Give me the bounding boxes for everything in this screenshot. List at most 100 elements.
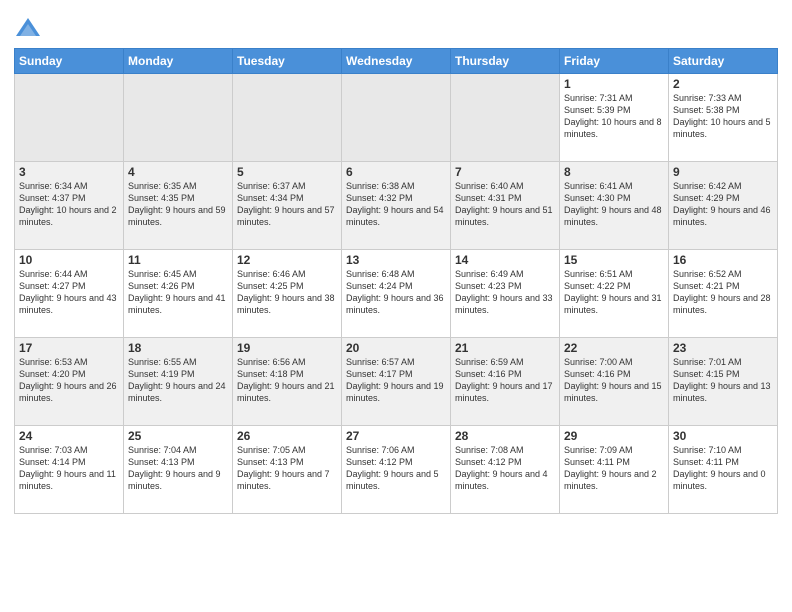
calendar-cell: 2Sunrise: 7:33 AM Sunset: 5:38 PM Daylig…: [669, 74, 778, 162]
day-number: 27: [346, 429, 446, 443]
day-number: 19: [237, 341, 337, 355]
day-info: Sunrise: 7:31 AM Sunset: 5:39 PM Dayligh…: [564, 92, 664, 141]
calendar-cell: 13Sunrise: 6:48 AM Sunset: 4:24 PM Dayli…: [342, 250, 451, 338]
calendar-cell: 21Sunrise: 6:59 AM Sunset: 4:16 PM Dayli…: [451, 338, 560, 426]
day-info: Sunrise: 7:04 AM Sunset: 4:13 PM Dayligh…: [128, 444, 228, 493]
day-info: Sunrise: 6:49 AM Sunset: 4:23 PM Dayligh…: [455, 268, 555, 317]
calendar-cell: [451, 74, 560, 162]
calendar-cell: 14Sunrise: 6:49 AM Sunset: 4:23 PM Dayli…: [451, 250, 560, 338]
day-number: 11: [128, 253, 228, 267]
calendar-cell: [15, 74, 124, 162]
day-number: 25: [128, 429, 228, 443]
calendar-cell: 8Sunrise: 6:41 AM Sunset: 4:30 PM Daylig…: [560, 162, 669, 250]
day-number: 1: [564, 77, 664, 91]
day-number: 7: [455, 165, 555, 179]
day-number: 28: [455, 429, 555, 443]
day-info: Sunrise: 6:46 AM Sunset: 4:25 PM Dayligh…: [237, 268, 337, 317]
weekday-header-wednesday: Wednesday: [342, 49, 451, 74]
day-number: 18: [128, 341, 228, 355]
calendar-cell: 1Sunrise: 7:31 AM Sunset: 5:39 PM Daylig…: [560, 74, 669, 162]
day-number: 15: [564, 253, 664, 267]
weekday-header-row: SundayMondayTuesdayWednesdayThursdayFrid…: [15, 49, 778, 74]
calendar-cell: [233, 74, 342, 162]
day-info: Sunrise: 7:33 AM Sunset: 5:38 PM Dayligh…: [673, 92, 773, 141]
day-number: 12: [237, 253, 337, 267]
day-number: 26: [237, 429, 337, 443]
day-info: Sunrise: 6:53 AM Sunset: 4:20 PM Dayligh…: [19, 356, 119, 405]
day-info: Sunrise: 6:40 AM Sunset: 4:31 PM Dayligh…: [455, 180, 555, 229]
calendar-cell: 23Sunrise: 7:01 AM Sunset: 4:15 PM Dayli…: [669, 338, 778, 426]
day-number: 24: [19, 429, 119, 443]
day-info: Sunrise: 7:03 AM Sunset: 4:14 PM Dayligh…: [19, 444, 119, 493]
day-info: Sunrise: 6:56 AM Sunset: 4:18 PM Dayligh…: [237, 356, 337, 405]
page-container: SundayMondayTuesdayWednesdayThursdayFrid…: [0, 0, 792, 612]
week-row-2: 3Sunrise: 6:34 AM Sunset: 4:37 PM Daylig…: [15, 162, 778, 250]
day-number: 2: [673, 77, 773, 91]
calendar-cell: 25Sunrise: 7:04 AM Sunset: 4:13 PM Dayli…: [124, 426, 233, 514]
calendar-cell: 9Sunrise: 6:42 AM Sunset: 4:29 PM Daylig…: [669, 162, 778, 250]
calendar-cell: 29Sunrise: 7:09 AM Sunset: 4:11 PM Dayli…: [560, 426, 669, 514]
calendar-cell: 19Sunrise: 6:56 AM Sunset: 4:18 PM Dayli…: [233, 338, 342, 426]
calendar-cell: 5Sunrise: 6:37 AM Sunset: 4:34 PM Daylig…: [233, 162, 342, 250]
header: [14, 10, 778, 42]
week-row-1: 1Sunrise: 7:31 AM Sunset: 5:39 PM Daylig…: [15, 74, 778, 162]
week-row-3: 10Sunrise: 6:44 AM Sunset: 4:27 PM Dayli…: [15, 250, 778, 338]
logo-icon: [14, 14, 42, 42]
day-number: 9: [673, 165, 773, 179]
day-number: 14: [455, 253, 555, 267]
day-info: Sunrise: 7:05 AM Sunset: 4:13 PM Dayligh…: [237, 444, 337, 493]
day-number: 5: [237, 165, 337, 179]
day-info: Sunrise: 7:09 AM Sunset: 4:11 PM Dayligh…: [564, 444, 664, 493]
day-info: Sunrise: 6:38 AM Sunset: 4:32 PM Dayligh…: [346, 180, 446, 229]
week-row-5: 24Sunrise: 7:03 AM Sunset: 4:14 PM Dayli…: [15, 426, 778, 514]
calendar-cell: 24Sunrise: 7:03 AM Sunset: 4:14 PM Dayli…: [15, 426, 124, 514]
calendar-cell: [124, 74, 233, 162]
day-info: Sunrise: 6:52 AM Sunset: 4:21 PM Dayligh…: [673, 268, 773, 317]
calendar-cell: 18Sunrise: 6:55 AM Sunset: 4:19 PM Dayli…: [124, 338, 233, 426]
calendar-cell: 22Sunrise: 7:00 AM Sunset: 4:16 PM Dayli…: [560, 338, 669, 426]
calendar-cell: 20Sunrise: 6:57 AM Sunset: 4:17 PM Dayli…: [342, 338, 451, 426]
day-number: 22: [564, 341, 664, 355]
calendar-cell: 17Sunrise: 6:53 AM Sunset: 4:20 PM Dayli…: [15, 338, 124, 426]
day-info: Sunrise: 6:59 AM Sunset: 4:16 PM Dayligh…: [455, 356, 555, 405]
calendar-cell: 16Sunrise: 6:52 AM Sunset: 4:21 PM Dayli…: [669, 250, 778, 338]
day-info: Sunrise: 7:00 AM Sunset: 4:16 PM Dayligh…: [564, 356, 664, 405]
day-info: Sunrise: 7:01 AM Sunset: 4:15 PM Dayligh…: [673, 356, 773, 405]
weekday-header-saturday: Saturday: [669, 49, 778, 74]
day-info: Sunrise: 6:37 AM Sunset: 4:34 PM Dayligh…: [237, 180, 337, 229]
day-info: Sunrise: 7:08 AM Sunset: 4:12 PM Dayligh…: [455, 444, 555, 493]
day-number: 10: [19, 253, 119, 267]
calendar-cell: 7Sunrise: 6:40 AM Sunset: 4:31 PM Daylig…: [451, 162, 560, 250]
day-info: Sunrise: 6:45 AM Sunset: 4:26 PM Dayligh…: [128, 268, 228, 317]
day-info: Sunrise: 6:48 AM Sunset: 4:24 PM Dayligh…: [346, 268, 446, 317]
calendar-cell: 3Sunrise: 6:34 AM Sunset: 4:37 PM Daylig…: [15, 162, 124, 250]
calendar-cell: 10Sunrise: 6:44 AM Sunset: 4:27 PM Dayli…: [15, 250, 124, 338]
calendar-cell: 6Sunrise: 6:38 AM Sunset: 4:32 PM Daylig…: [342, 162, 451, 250]
day-number: 23: [673, 341, 773, 355]
day-number: 29: [564, 429, 664, 443]
weekday-header-sunday: Sunday: [15, 49, 124, 74]
day-number: 3: [19, 165, 119, 179]
day-info: Sunrise: 6:42 AM Sunset: 4:29 PM Dayligh…: [673, 180, 773, 229]
day-info: Sunrise: 6:41 AM Sunset: 4:30 PM Dayligh…: [564, 180, 664, 229]
day-info: Sunrise: 6:34 AM Sunset: 4:37 PM Dayligh…: [19, 180, 119, 229]
calendar-cell: 11Sunrise: 6:45 AM Sunset: 4:26 PM Dayli…: [124, 250, 233, 338]
day-number: 17: [19, 341, 119, 355]
day-info: Sunrise: 6:51 AM Sunset: 4:22 PM Dayligh…: [564, 268, 664, 317]
day-number: 20: [346, 341, 446, 355]
day-number: 30: [673, 429, 773, 443]
weekday-header-thursday: Thursday: [451, 49, 560, 74]
weekday-header-tuesday: Tuesday: [233, 49, 342, 74]
day-info: Sunrise: 7:06 AM Sunset: 4:12 PM Dayligh…: [346, 444, 446, 493]
day-number: 6: [346, 165, 446, 179]
calendar-cell: [342, 74, 451, 162]
calendar: SundayMondayTuesdayWednesdayThursdayFrid…: [14, 48, 778, 514]
day-info: Sunrise: 6:44 AM Sunset: 4:27 PM Dayligh…: [19, 268, 119, 317]
calendar-cell: 27Sunrise: 7:06 AM Sunset: 4:12 PM Dayli…: [342, 426, 451, 514]
day-info: Sunrise: 6:35 AM Sunset: 4:35 PM Dayligh…: [128, 180, 228, 229]
week-row-4: 17Sunrise: 6:53 AM Sunset: 4:20 PM Dayli…: [15, 338, 778, 426]
day-info: Sunrise: 6:57 AM Sunset: 4:17 PM Dayligh…: [346, 356, 446, 405]
day-number: 21: [455, 341, 555, 355]
calendar-cell: 30Sunrise: 7:10 AM Sunset: 4:11 PM Dayli…: [669, 426, 778, 514]
day-info: Sunrise: 7:10 AM Sunset: 4:11 PM Dayligh…: [673, 444, 773, 493]
